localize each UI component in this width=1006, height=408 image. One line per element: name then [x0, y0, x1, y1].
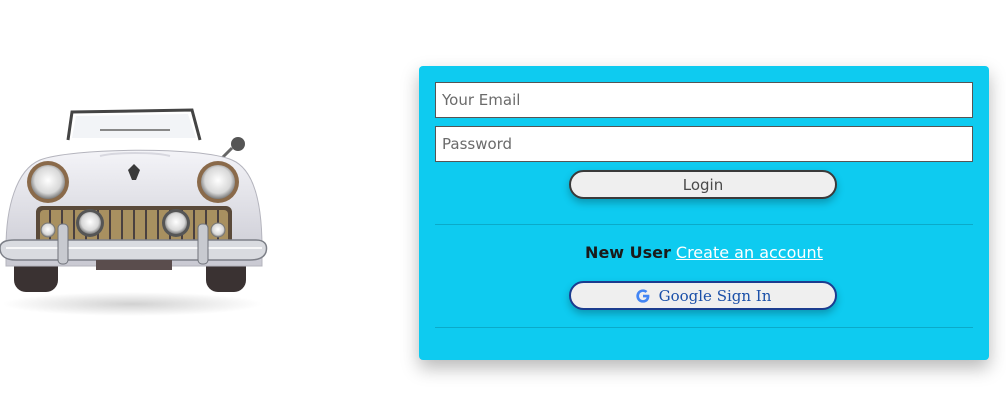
google-g-icon [635, 288, 650, 303]
login-button-label: Login [682, 175, 724, 194]
google-sign-in-button[interactable]: Google Sign In [569, 281, 837, 310]
login-button[interactable]: Login [569, 170, 837, 199]
new-user-row: New User Create an account [419, 243, 989, 262]
new-user-label: New User [585, 243, 671, 262]
car-image [0, 98, 270, 318]
password-input[interactable] [435, 126, 973, 162]
create-account-link[interactable]: Create an account [676, 243, 823, 262]
login-card: Login New User Create an account Google S… [419, 66, 989, 360]
vintage-car-illustration [0, 108, 268, 316]
divider [435, 224, 973, 225]
email-input[interactable] [435, 82, 973, 118]
google-sign-in-label: Google Sign In [658, 286, 772, 305]
divider [435, 327, 973, 328]
